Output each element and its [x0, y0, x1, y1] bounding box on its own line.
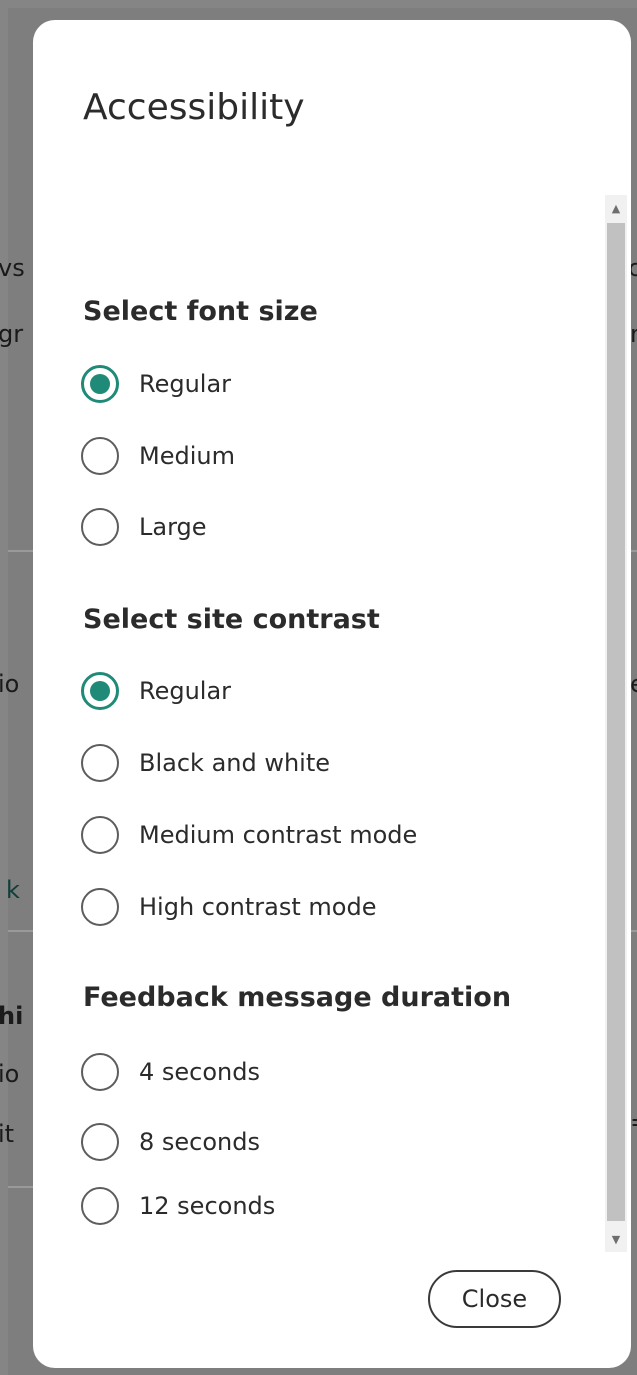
background-text: io	[0, 1060, 20, 1088]
background-divider	[630, 930, 637, 932]
contrast-option-medium-contrast[interactable]: Medium contrast mode	[81, 813, 417, 857]
dialog-title: Accessibility	[83, 87, 305, 128]
scrollbar-thumb[interactable]	[607, 223, 625, 1221]
radio-button[interactable]	[81, 437, 119, 475]
contrast-heading: Select site contrast	[83, 604, 380, 635]
background-text: gr	[0, 320, 24, 348]
radio-button[interactable]	[81, 888, 119, 926]
radio-label: Regular	[139, 370, 232, 398]
background-divider	[630, 550, 637, 552]
feedback-option-12-seconds[interactable]: 12 seconds	[81, 1184, 275, 1228]
dialog-scrollbar[interactable]: ▲ ▼	[605, 195, 627, 1252]
font-size-option-large[interactable]: Large	[81, 505, 207, 549]
feedback-option-8-seconds[interactable]: 8 seconds	[81, 1120, 260, 1164]
scroll-down-arrow-icon[interactable]: ▼	[605, 1226, 627, 1252]
radio-label: Medium	[139, 442, 235, 470]
background-text: n	[630, 320, 637, 348]
contrast-option-regular[interactable]: Regular	[81, 669, 231, 713]
radio-button[interactable]	[81, 1187, 119, 1225]
contrast-option-black-and-white[interactable]: Black and white	[81, 741, 330, 785]
radio-label: 12 seconds	[139, 1192, 276, 1220]
contrast-option-high-contrast[interactable]: High contrast mode	[81, 885, 376, 929]
background-text: vs	[0, 254, 25, 282]
radio-button[interactable]	[81, 744, 119, 782]
close-button[interactable]: Close	[428, 1270, 561, 1328]
accessibility-dialog: Accessibility Select font size Regular M…	[33, 20, 631, 1368]
background-divider	[8, 550, 33, 552]
radio-button[interactable]	[81, 1123, 119, 1161]
background-heading: hi	[0, 1002, 24, 1030]
radio-label: Regular	[139, 677, 232, 705]
radio-label: Black and white	[139, 749, 331, 777]
feedback-option-4-seconds[interactable]: 4 seconds	[81, 1050, 260, 1094]
radio-button[interactable]	[81, 365, 119, 403]
radio-button[interactable]	[81, 1053, 119, 1091]
radio-button[interactable]	[81, 816, 119, 854]
font-size-option-medium[interactable]: Medium	[81, 434, 235, 478]
background-text: =	[630, 1108, 637, 1136]
radio-label: 8 seconds	[139, 1128, 260, 1156]
radio-label: High contrast mode	[139, 893, 377, 921]
scroll-up-arrow-icon[interactable]: ▲	[605, 195, 627, 221]
background-divider	[8, 930, 33, 932]
radio-label: Medium contrast mode	[139, 821, 418, 849]
feedback-duration-heading: Feedback message duration	[83, 982, 512, 1013]
radio-button[interactable]	[81, 672, 119, 710]
background-link: k	[6, 876, 20, 904]
radio-label: Large	[139, 513, 207, 541]
font-size-option-regular[interactable]: Regular	[81, 362, 231, 406]
background-divider	[8, 1186, 33, 1188]
font-size-heading: Select font size	[83, 296, 318, 327]
dialog-scroll-area[interactable]: Select font size Regular Medium Large Se…	[33, 180, 631, 1250]
radio-label: 4 seconds	[139, 1058, 260, 1086]
background-text: io	[0, 670, 20, 698]
background-text: e	[630, 670, 637, 698]
background-text: it	[0, 1120, 15, 1148]
radio-button[interactable]	[81, 508, 119, 546]
